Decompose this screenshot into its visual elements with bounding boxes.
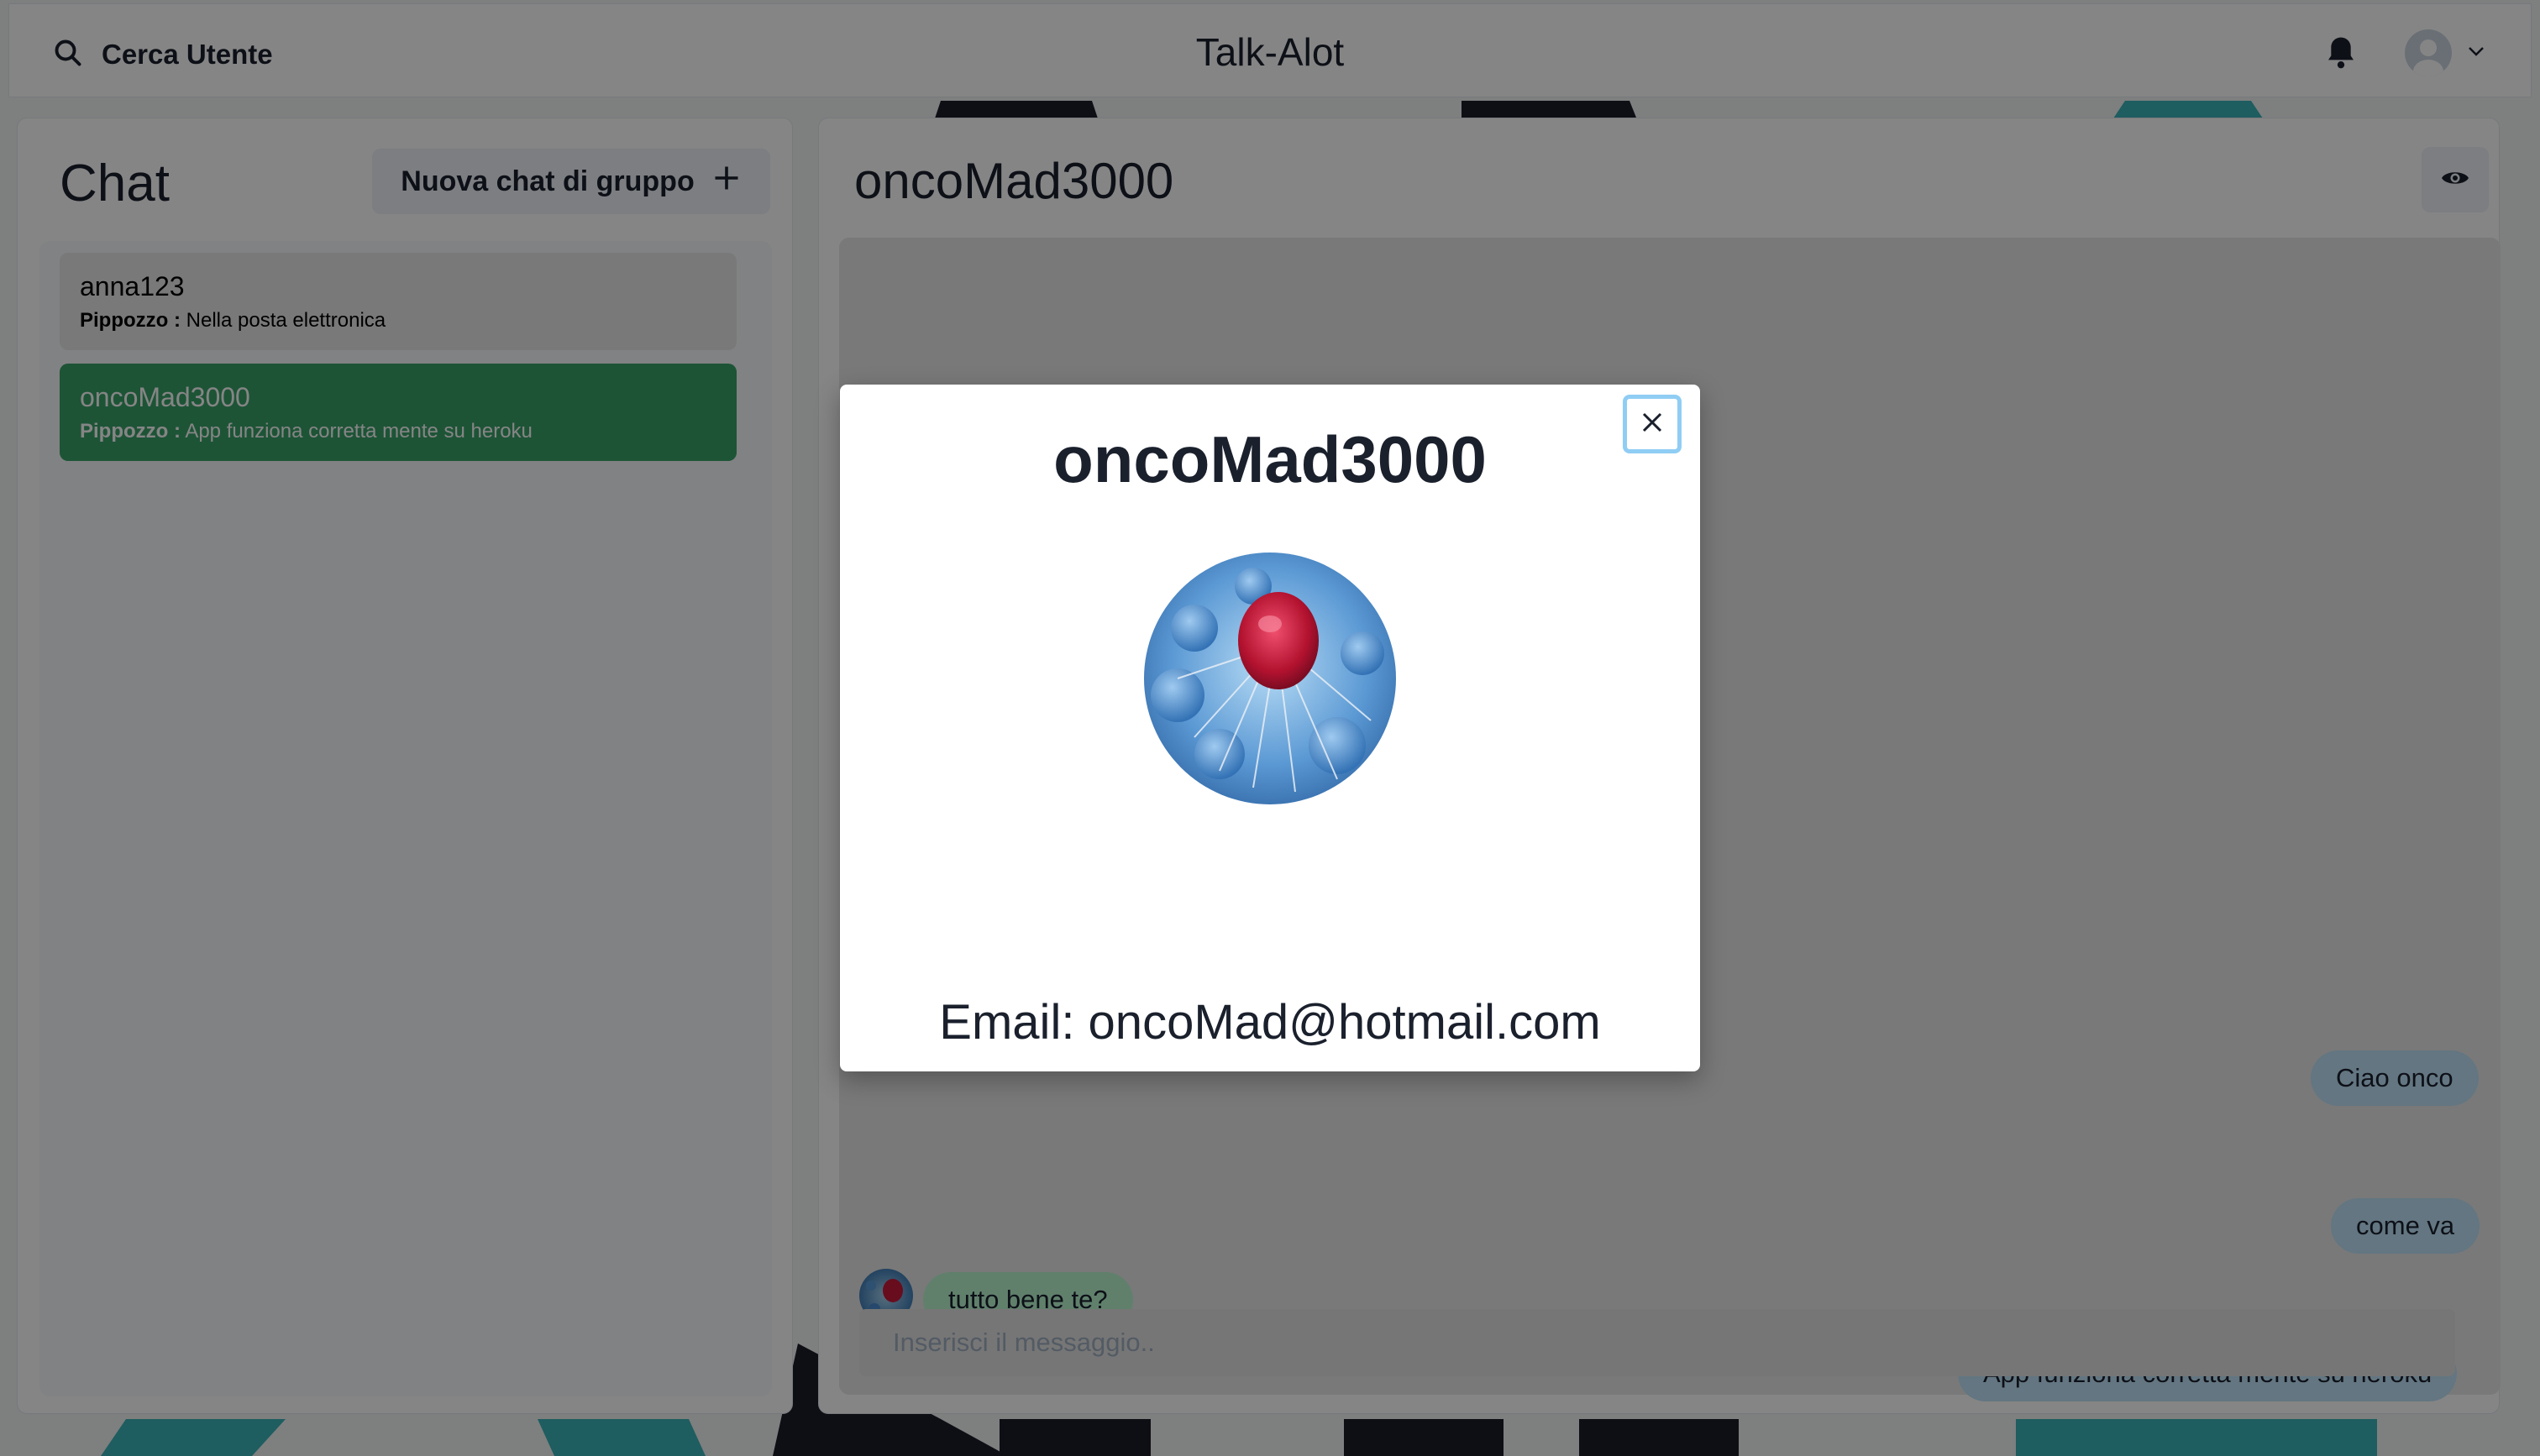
close-icon [1640, 410, 1665, 439]
close-modal-button[interactable] [1623, 395, 1682, 453]
modal-title: oncoMad3000 [1053, 422, 1487, 496]
profile-picture [1144, 553, 1396, 804]
profile-email: Email: oncoMad@hotmail.com [939, 995, 1601, 1050]
profile-modal: oncoMad3000 Email: oncoMad@hotmail.com [840, 385, 1700, 1071]
